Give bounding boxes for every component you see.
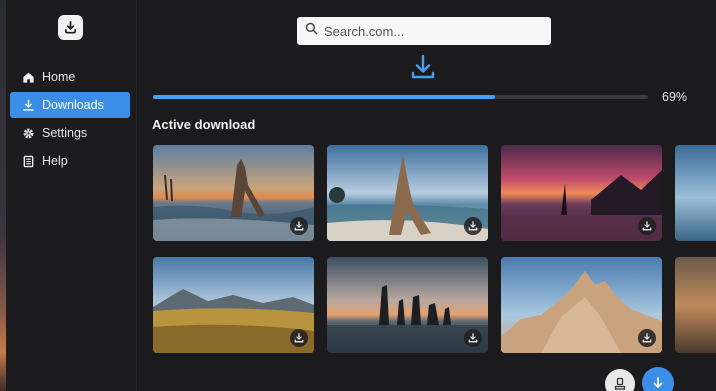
home-icon xyxy=(22,71,35,84)
app-logo-download-icon xyxy=(58,15,83,40)
search-bar[interactable] xyxy=(297,17,551,45)
stamp-icon xyxy=(614,377,626,390)
help-book-icon xyxy=(22,155,35,168)
sidebar-item-label: Settings xyxy=(42,126,88,140)
tile-download-icon[interactable] xyxy=(638,217,656,235)
sidebar-item-label: Downloads xyxy=(42,98,104,112)
download-progress-bar xyxy=(153,95,648,99)
gear-icon xyxy=(22,127,35,140)
sidebar-item-help[interactable]: Help xyxy=(10,148,130,174)
section-title: Active download xyxy=(152,117,256,132)
gallery-tile[interactable] xyxy=(501,257,662,353)
download-progress-fill xyxy=(153,95,495,99)
sidebar-item-settings[interactable]: Settings xyxy=(10,120,130,146)
clear-downloads-button[interactable] xyxy=(605,369,635,391)
gallery-tile[interactable] xyxy=(675,257,716,353)
sidebar-nav: Home Downloads Settings Help xyxy=(10,64,130,176)
search-input[interactable] xyxy=(324,23,544,39)
download-status-icon xyxy=(410,54,436,82)
gallery-tile[interactable] xyxy=(327,145,488,241)
tile-download-icon[interactable] xyxy=(638,329,656,347)
download-progress-label: 69% xyxy=(662,90,688,104)
sidebar-item-home[interactable]: Home xyxy=(10,64,130,90)
gallery-tile[interactable] xyxy=(675,145,716,241)
sidebar-item-label: Help xyxy=(42,154,68,168)
blue-sea-image xyxy=(675,145,716,241)
arrow-down-icon xyxy=(653,377,663,388)
tile-download-icon[interactable] xyxy=(464,217,482,235)
sidebar-item-downloads[interactable]: Downloads xyxy=(10,92,130,118)
gallery-tile[interactable] xyxy=(327,257,488,353)
download-all-button[interactable] xyxy=(642,367,674,391)
gallery-tile[interactable] xyxy=(153,257,314,353)
search-icon xyxy=(305,22,318,40)
tile-download-icon[interactable] xyxy=(290,329,308,347)
image-gallery xyxy=(153,145,716,355)
main-panel: 69% Active download xyxy=(138,0,716,391)
tile-download-icon[interactable] xyxy=(464,329,482,347)
sidebar-item-label: Home xyxy=(42,70,76,84)
tile-download-icon[interactable] xyxy=(290,217,308,235)
gallery-tile[interactable] xyxy=(153,145,314,241)
sidebar: Home Downloads Settings Help xyxy=(6,0,137,391)
gallery-tile[interactable] xyxy=(501,145,662,241)
download-icon xyxy=(22,99,35,112)
warm-landscape-image xyxy=(675,257,716,353)
